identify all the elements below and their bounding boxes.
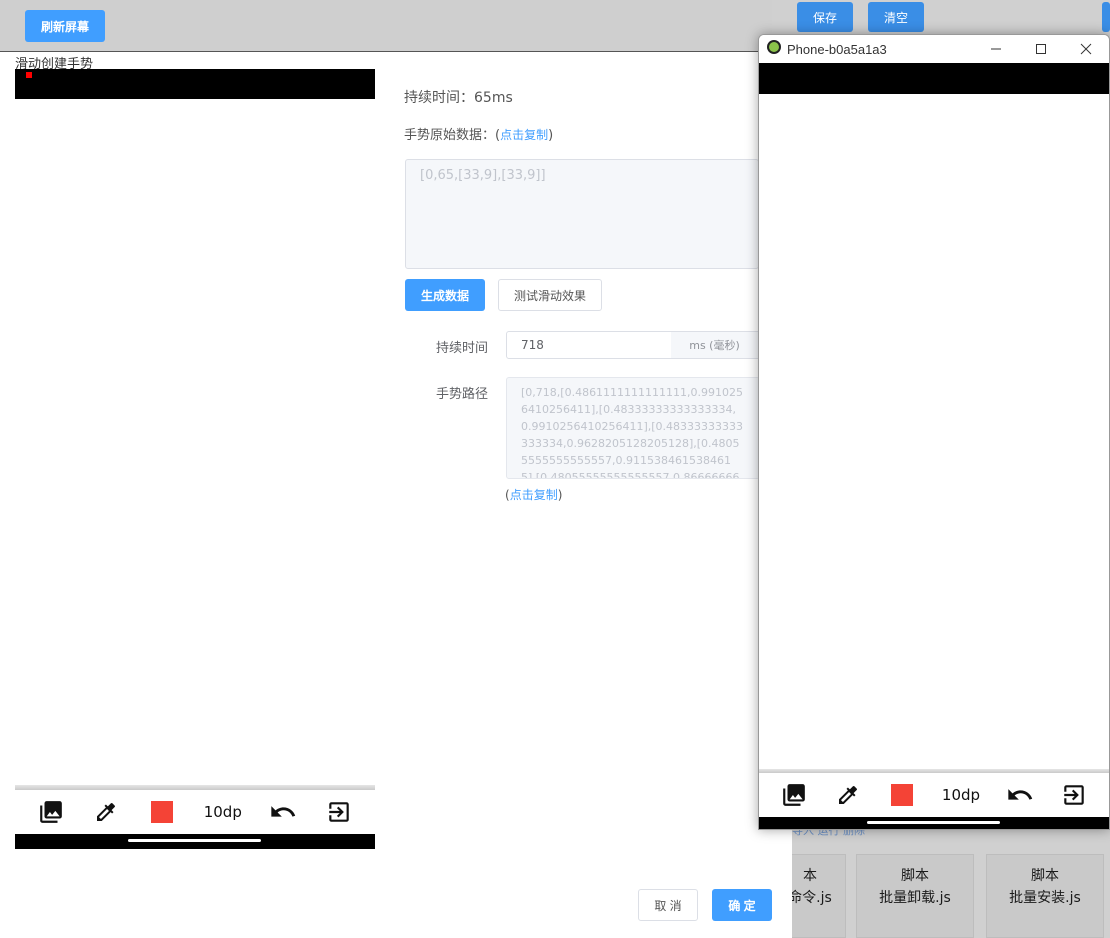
generate-data-button[interactable]: 生成数据: [405, 279, 485, 311]
dialog-header-strip: 刷新屏幕: [0, 0, 772, 52]
script-card[interactable]: 脚本 批量卸载.js: [856, 854, 974, 938]
home-indicator[interactable]: [128, 839, 261, 842]
raw-data-textarea[interactable]: [0,65,[33,9],[33,9]]: [405, 159, 759, 269]
maximize-icon[interactable]: [1018, 35, 1064, 63]
home-indicator[interactable]: [867, 821, 1000, 824]
phone-preview-status-bar[interactable]: [15, 69, 375, 99]
raw-data-label: 手势原始数据：(点击复制): [404, 124, 553, 143]
duration-input[interactable]: [506, 331, 672, 359]
phone-status-bar: [759, 63, 1109, 94]
cancel-button[interactable]: 取 消: [638, 889, 698, 921]
navigation-bar: [759, 817, 1109, 829]
gesture-path-label: 手势路径: [436, 387, 489, 402]
script-card-type: 脚本: [1031, 868, 1059, 884]
duration-unit: ms (毫秒): [671, 331, 759, 359]
background-edge-button[interactable]: [1102, 2, 1110, 32]
gallery-icon[interactable]: [779, 780, 809, 810]
script-card-type: 脚本: [901, 868, 929, 884]
paren: ): [557, 488, 563, 502]
clear-button[interactable]: 清空: [868, 2, 924, 32]
minimize-icon[interactable]: [973, 35, 1019, 63]
phone-preview-bottom: 10dp: [15, 785, 375, 849]
color-picker-icon[interactable]: [833, 780, 863, 810]
phone-window: Phone-b0a5a1a3 10dp: [758, 34, 1110, 830]
gallery-icon[interactable]: [36, 797, 66, 827]
drawing-toolbar: 10dp: [15, 790, 375, 834]
script-card-name: 批量安装.js: [1009, 890, 1081, 906]
duration-readout: 持续时间：65ms: [404, 90, 513, 106]
brush-size-label[interactable]: 10dp: [941, 780, 981, 810]
exit-icon[interactable]: [324, 797, 354, 827]
undo-icon[interactable]: [1005, 780, 1035, 810]
phone-bottom: 10dp: [759, 769, 1109, 829]
phone-drawing-toolbar: 10dp: [759, 773, 1109, 817]
gesture-path-textarea[interactable]: [0,718,[0.4861111111111111,0.99102564102…: [506, 377, 760, 479]
window-titlebar[interactable]: Phone-b0a5a1a3: [759, 35, 1109, 63]
copy-path-row: (点击复制): [505, 486, 562, 503]
gesture-point-marker: [26, 72, 32, 78]
android-icon: [767, 40, 781, 58]
brush-color-swatch[interactable]: [147, 797, 177, 827]
window-title: Phone-b0a5a1a3: [787, 41, 887, 57]
script-card-name: 批量卸载.js: [879, 890, 951, 906]
brush-color-swatch[interactable]: [887, 780, 917, 810]
copy-raw-link[interactable]: 点击复制: [500, 128, 548, 142]
undo-icon[interactable]: [268, 797, 298, 827]
save-button[interactable]: 保存: [797, 2, 853, 32]
raw-data-label-text: 手势原始数据：: [404, 128, 496, 143]
navigation-bar: [15, 834, 375, 849]
brush-size-label[interactable]: 10dp: [203, 797, 243, 827]
duration-label: 持续时间: [436, 341, 489, 356]
script-card[interactable]: 脚本 批量安装.js: [986, 854, 1104, 938]
test-swipe-button[interactable]: 测试滑动效果: [498, 279, 602, 311]
confirm-button[interactable]: 确 定: [712, 889, 772, 921]
phone-screen[interactable]: [759, 94, 1109, 770]
paren: ): [548, 128, 554, 143]
close-icon[interactable]: [1063, 35, 1109, 63]
refresh-screen-button[interactable]: 刷新屏幕: [25, 10, 105, 42]
color-picker-icon[interactable]: [91, 797, 121, 827]
exit-icon[interactable]: [1059, 780, 1089, 810]
copy-path-link[interactable]: 点击复制: [510, 488, 558, 502]
